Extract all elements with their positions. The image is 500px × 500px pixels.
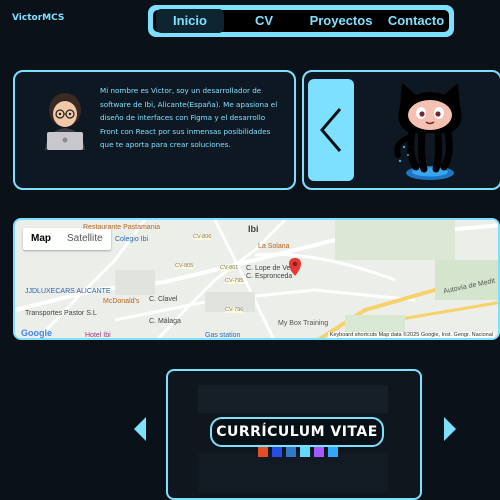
- github-octocat-icon: [394, 83, 462, 180]
- map-label-transportes[interactable]: Transportes Pastor S.L: [25, 310, 97, 317]
- map-label-colegio[interactable]: Colegio Ibi: [115, 236, 148, 243]
- map-label-jjdluxecars[interactable]: JJDLUXECARS ALICANTE: [25, 288, 111, 295]
- map-label-cv801: CV-801: [220, 265, 239, 271]
- brand-logo[interactable]: VictorMCS: [12, 13, 64, 23]
- css-icon: [272, 447, 282, 457]
- google-logo: Google: [21, 328, 52, 338]
- map-label-clavel: C. Clavel: [149, 296, 178, 303]
- nav-inicio[interactable]: Inicio: [157, 10, 223, 32]
- nav-proyectos[interactable]: Proyectos: [305, 10, 377, 32]
- map-label-restaurante[interactable]: Restaurante Pastamania: [83, 224, 160, 231]
- about-text: Mi nombre es Victor, soy un desarrollado…: [100, 86, 278, 149]
- map-type-map[interactable]: Map: [23, 228, 59, 250]
- map-label-malaga: C. Málaga: [149, 318, 181, 325]
- map-label-cv806: CV-806: [193, 234, 212, 240]
- location-pin-icon[interactable]: [289, 258, 301, 276]
- map-label-gas[interactable]: Gas station: [205, 332, 240, 338]
- cv-prev-arrow-icon[interactable]: [134, 417, 148, 441]
- main-nav: Inicio CV Proyectos Contacto: [148, 5, 454, 37]
- html-icon: [258, 447, 268, 457]
- cv-preview-header: [198, 385, 388, 413]
- location-map[interactable]: Map Satellite Restaurante Pastamania Ibi…: [13, 218, 500, 340]
- cv-preview-body: [198, 453, 388, 493]
- map-label-mcdonalds[interactable]: McDonald's: [103, 298, 139, 305]
- cv-title[interactable]: CURRÍCULUM VITAE: [210, 417, 384, 447]
- react-icon: [300, 447, 310, 457]
- typescript-icon: [286, 447, 296, 457]
- map-label-espronceda: C. Espronceda: [246, 273, 293, 280]
- cv-next-arrow-icon[interactable]: [442, 417, 456, 441]
- cv-card[interactable]: CURRÍCULUM VITAE: [166, 369, 422, 500]
- map-label-solana[interactable]: La Solana: [258, 243, 290, 250]
- nav-contacto[interactable]: Contacto: [383, 10, 449, 32]
- main-nav-inner: Inicio CV Proyectos Contacto: [153, 10, 449, 32]
- map-type-satellite[interactable]: Satellite: [59, 228, 111, 250]
- figma-icon: [314, 447, 324, 457]
- cv-skill-icons: [258, 447, 338, 457]
- map-label-mybox[interactable]: My Box Training: [278, 320, 328, 327]
- map-label-hotel[interactable]: Hotel Ibi: [85, 332, 111, 338]
- gallery-prev-button[interactable]: [308, 79, 354, 181]
- photoshop-icon: [328, 447, 338, 457]
- avatar: [45, 93, 85, 150]
- map-label-ibi: Ibi: [248, 224, 259, 234]
- map-attribution[interactable]: Keyboard shortcuts Map data ©2025 Google…: [327, 332, 495, 338]
- map-label-cv796: CV-796: [225, 307, 244, 313]
- nav-cv[interactable]: CV: [241, 10, 287, 32]
- map-label-cv805: CV-805: [175, 263, 194, 269]
- chevron-left-icon: [320, 108, 342, 152]
- about-card: Mi nombre es Victor, soy un desarrollado…: [13, 70, 296, 190]
- map-label-cv795: CV-795: [225, 278, 244, 284]
- map-type-toggle: Map Satellite: [23, 228, 111, 250]
- gallery-card: [302, 70, 500, 190]
